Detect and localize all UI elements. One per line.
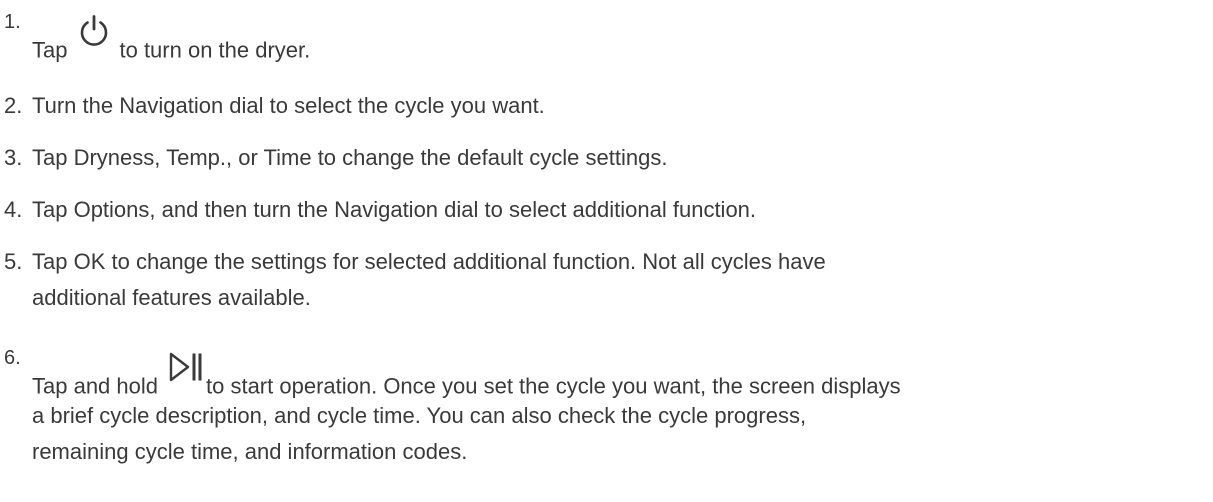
step-text-before: Tap	[32, 37, 68, 63]
step-1: 1. Tap to turn on the dryer.	[0, 0, 1213, 70]
step-text-before: Tap and hold	[32, 373, 158, 399]
step-text-after: to start operation. Once you set the cyc…	[206, 373, 901, 399]
step-6: 6. Tap and hold to start operation. Once…	[0, 336, 1213, 398]
step-text: Turn the Navigation dial to select the c…	[32, 93, 545, 118]
step-number: 5.	[4, 249, 23, 274]
step-number: 2.	[4, 93, 23, 118]
instruction-steps: 1. Tap to turn on the dryer. 2. Turn the…	[0, 0, 1213, 502]
step-number: 6.	[4, 347, 21, 369]
step-number: 3.	[4, 145, 23, 170]
power-icon	[77, 14, 111, 57]
step-text-line-2: additional features available.	[32, 285, 311, 310]
step-text: Tap to turn on the dryer.	[32, 15, 311, 73]
step-text-line-3: remaining cycle time, and information co…	[32, 439, 468, 464]
step-number: 4.	[4, 197, 23, 222]
step-text-after: to turn on the dryer.	[119, 37, 311, 63]
step-text-line-1: Tap OK to change the settings for select…	[32, 249, 826, 274]
step-number: 1.	[4, 11, 21, 33]
play-pause-icon	[168, 350, 204, 393]
step-text: Tap Dryness, Temp., or Time to change th…	[32, 145, 668, 170]
step-text-line-2: a brief cycle description, and cycle tim…	[32, 403, 807, 428]
step-text: Tap Options, and then turn the Navigatio…	[32, 197, 757, 222]
